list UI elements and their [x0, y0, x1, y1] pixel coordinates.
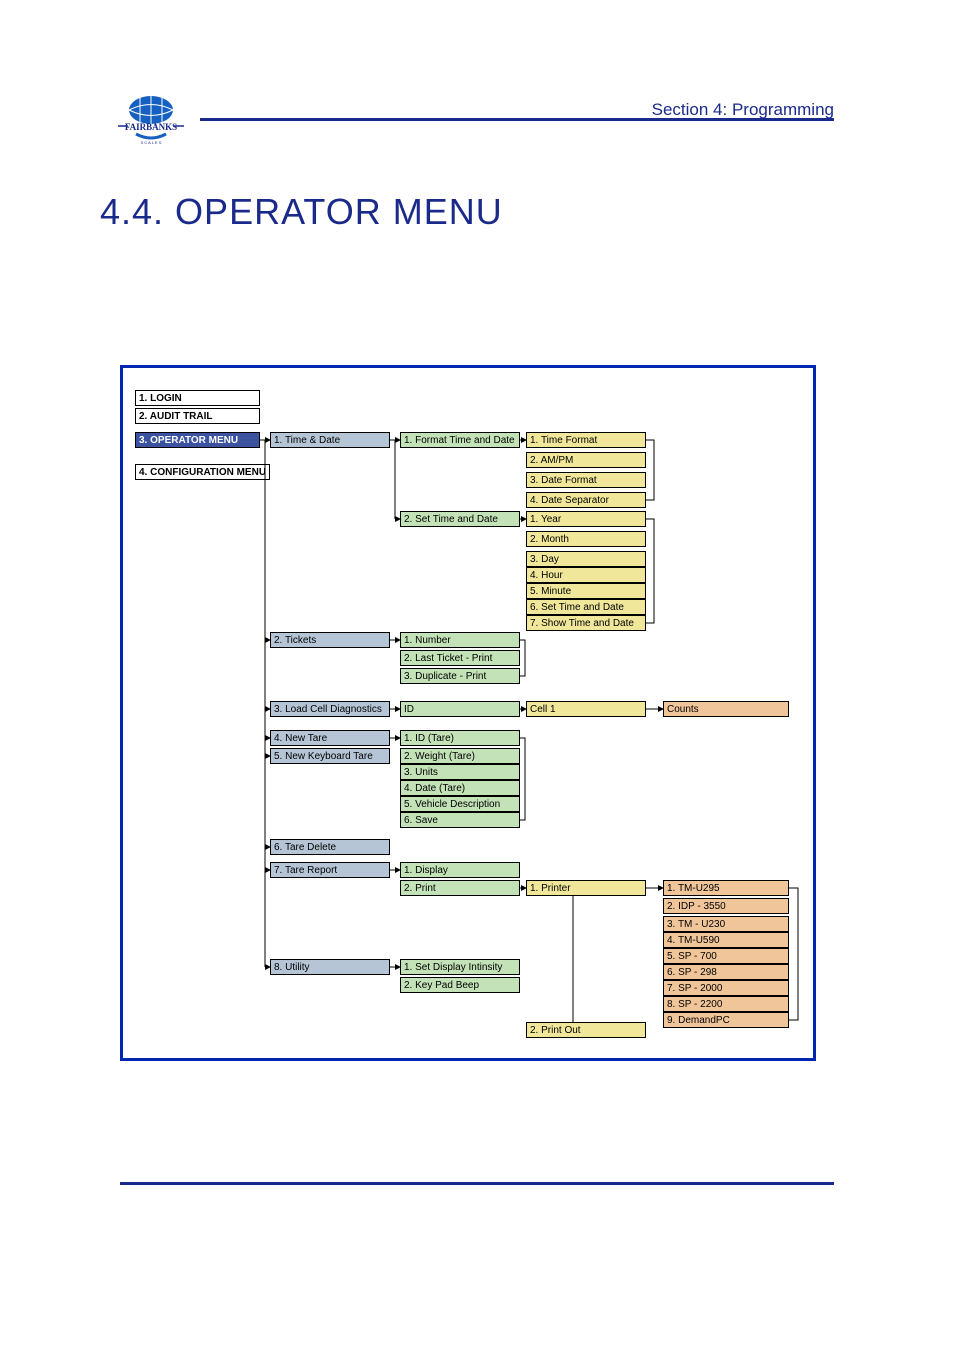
menu-diagram: 1. LOGIN 2. AUDIT TRAIL 3. OPERATOR MENU…	[120, 365, 816, 1061]
connectors	[123, 368, 813, 1058]
svg-text:FAIRBANKS: FAIRBANKS	[125, 122, 177, 132]
page-title: 4.4. OPERATOR MENU	[100, 191, 954, 233]
footer-rule	[120, 1182, 834, 1185]
section-label: Section 4: Programming	[652, 100, 834, 120]
svg-text:S C A L E S: S C A L E S	[141, 140, 162, 145]
fairbanks-logo: FAIRBANKS S C A L E S	[118, 94, 184, 146]
